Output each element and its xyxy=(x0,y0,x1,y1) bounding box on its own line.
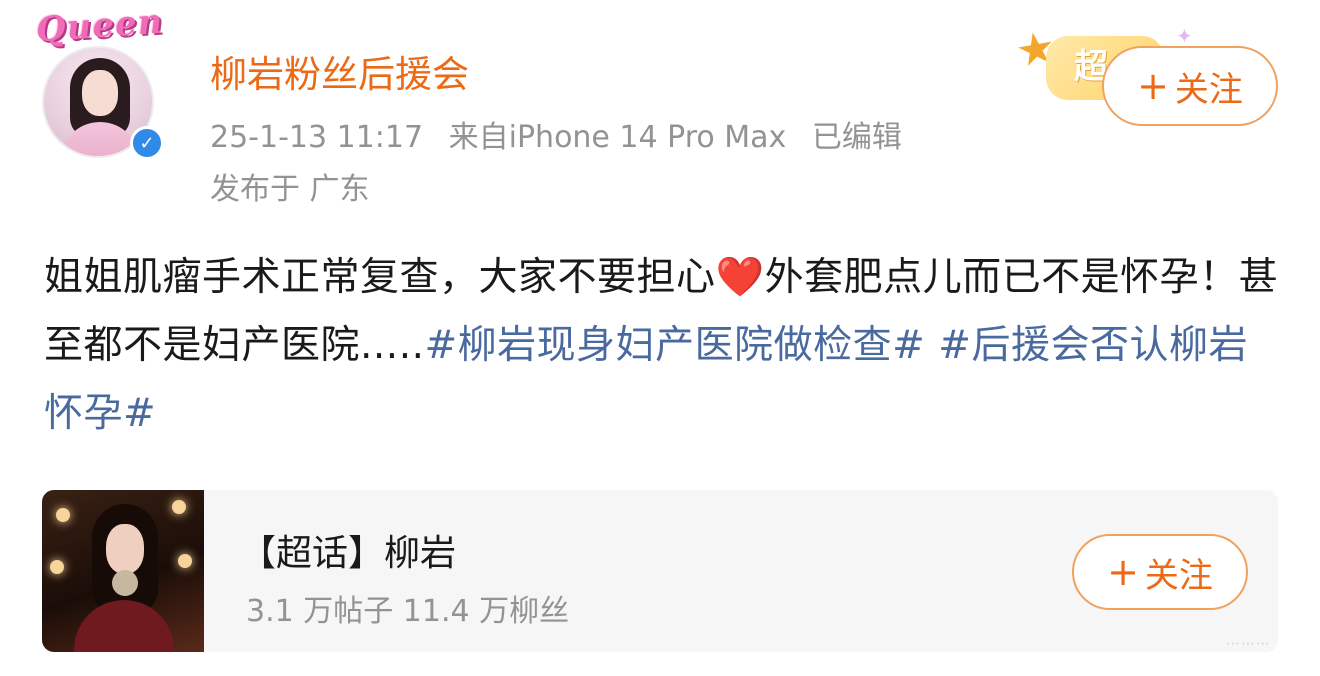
weibo-post: Queen ✓ 柳岩粉丝后援会 25-1-13 11:17 来自iPhone 1… xyxy=(0,0,1320,676)
post-meta: 25-1-13 11:17 来自iPhone 14 Pro Max 已编辑 xyxy=(210,112,902,156)
plus-icon: + xyxy=(1137,64,1169,108)
super-topic-stats: 3.1 万帖子 11.4 万柳丝 xyxy=(246,594,570,629)
super-topic-follow-label: 关注 xyxy=(1144,555,1213,596)
sparkle-icon: ✦ xyxy=(1176,24,1193,48)
username[interactable]: 柳岩粉丝后援会 xyxy=(210,44,469,98)
super-topic-title: 【超话】柳岩 xyxy=(240,533,457,574)
queen-avatar-frame-badge: Queen xyxy=(34,1,165,51)
bokeh-light xyxy=(172,500,186,514)
bokeh-light xyxy=(56,508,70,522)
thumb-face xyxy=(106,524,144,574)
follow-button[interactable]: + 关注 xyxy=(1102,46,1278,126)
post-text-part1: 姐姐肌瘤手术正常复查，大家不要担心 xyxy=(44,255,716,300)
post-source[interactable]: 来自iPhone 14 Pro Max xyxy=(449,120,787,155)
edited-label[interactable]: 已编辑 xyxy=(812,120,902,155)
hashtag-link[interactable]: #柳岩现身妇产医院做检查# xyxy=(425,323,926,368)
thumb-dress xyxy=(74,600,174,652)
verified-check-icon: ✓ xyxy=(130,126,164,160)
super-topic-follow-button[interactable]: + 关注 xyxy=(1072,534,1248,610)
bokeh-light xyxy=(178,554,192,568)
super-topic-thumbnail xyxy=(42,490,204,652)
avatar-block[interactable]: Queen ✓ xyxy=(35,2,176,164)
plus-icon: + xyxy=(1107,550,1139,594)
post-location: 发布于 广东 xyxy=(210,172,370,207)
post-timestamp: 25-1-13 11:17 xyxy=(210,120,424,155)
heart-emoji-icon: ❤️ xyxy=(715,255,765,300)
bokeh-light xyxy=(50,560,64,574)
post-content: 姐姐肌瘤手术正常复查，大家不要担心❤️外套肥点儿而已不是怀孕！甚至都不是妇产医院… xyxy=(44,244,1280,448)
avatar-face xyxy=(82,70,118,116)
follow-button-label: 关注 xyxy=(1174,69,1243,110)
super-topic-card[interactable]: 【超话】柳岩 3.1 万帖子 11.4 万柳丝 + 关注 xyxy=(42,490,1278,652)
watermark-decoration: ⋯⋯⋯ xyxy=(1226,636,1271,652)
thumb-rose xyxy=(112,570,138,596)
